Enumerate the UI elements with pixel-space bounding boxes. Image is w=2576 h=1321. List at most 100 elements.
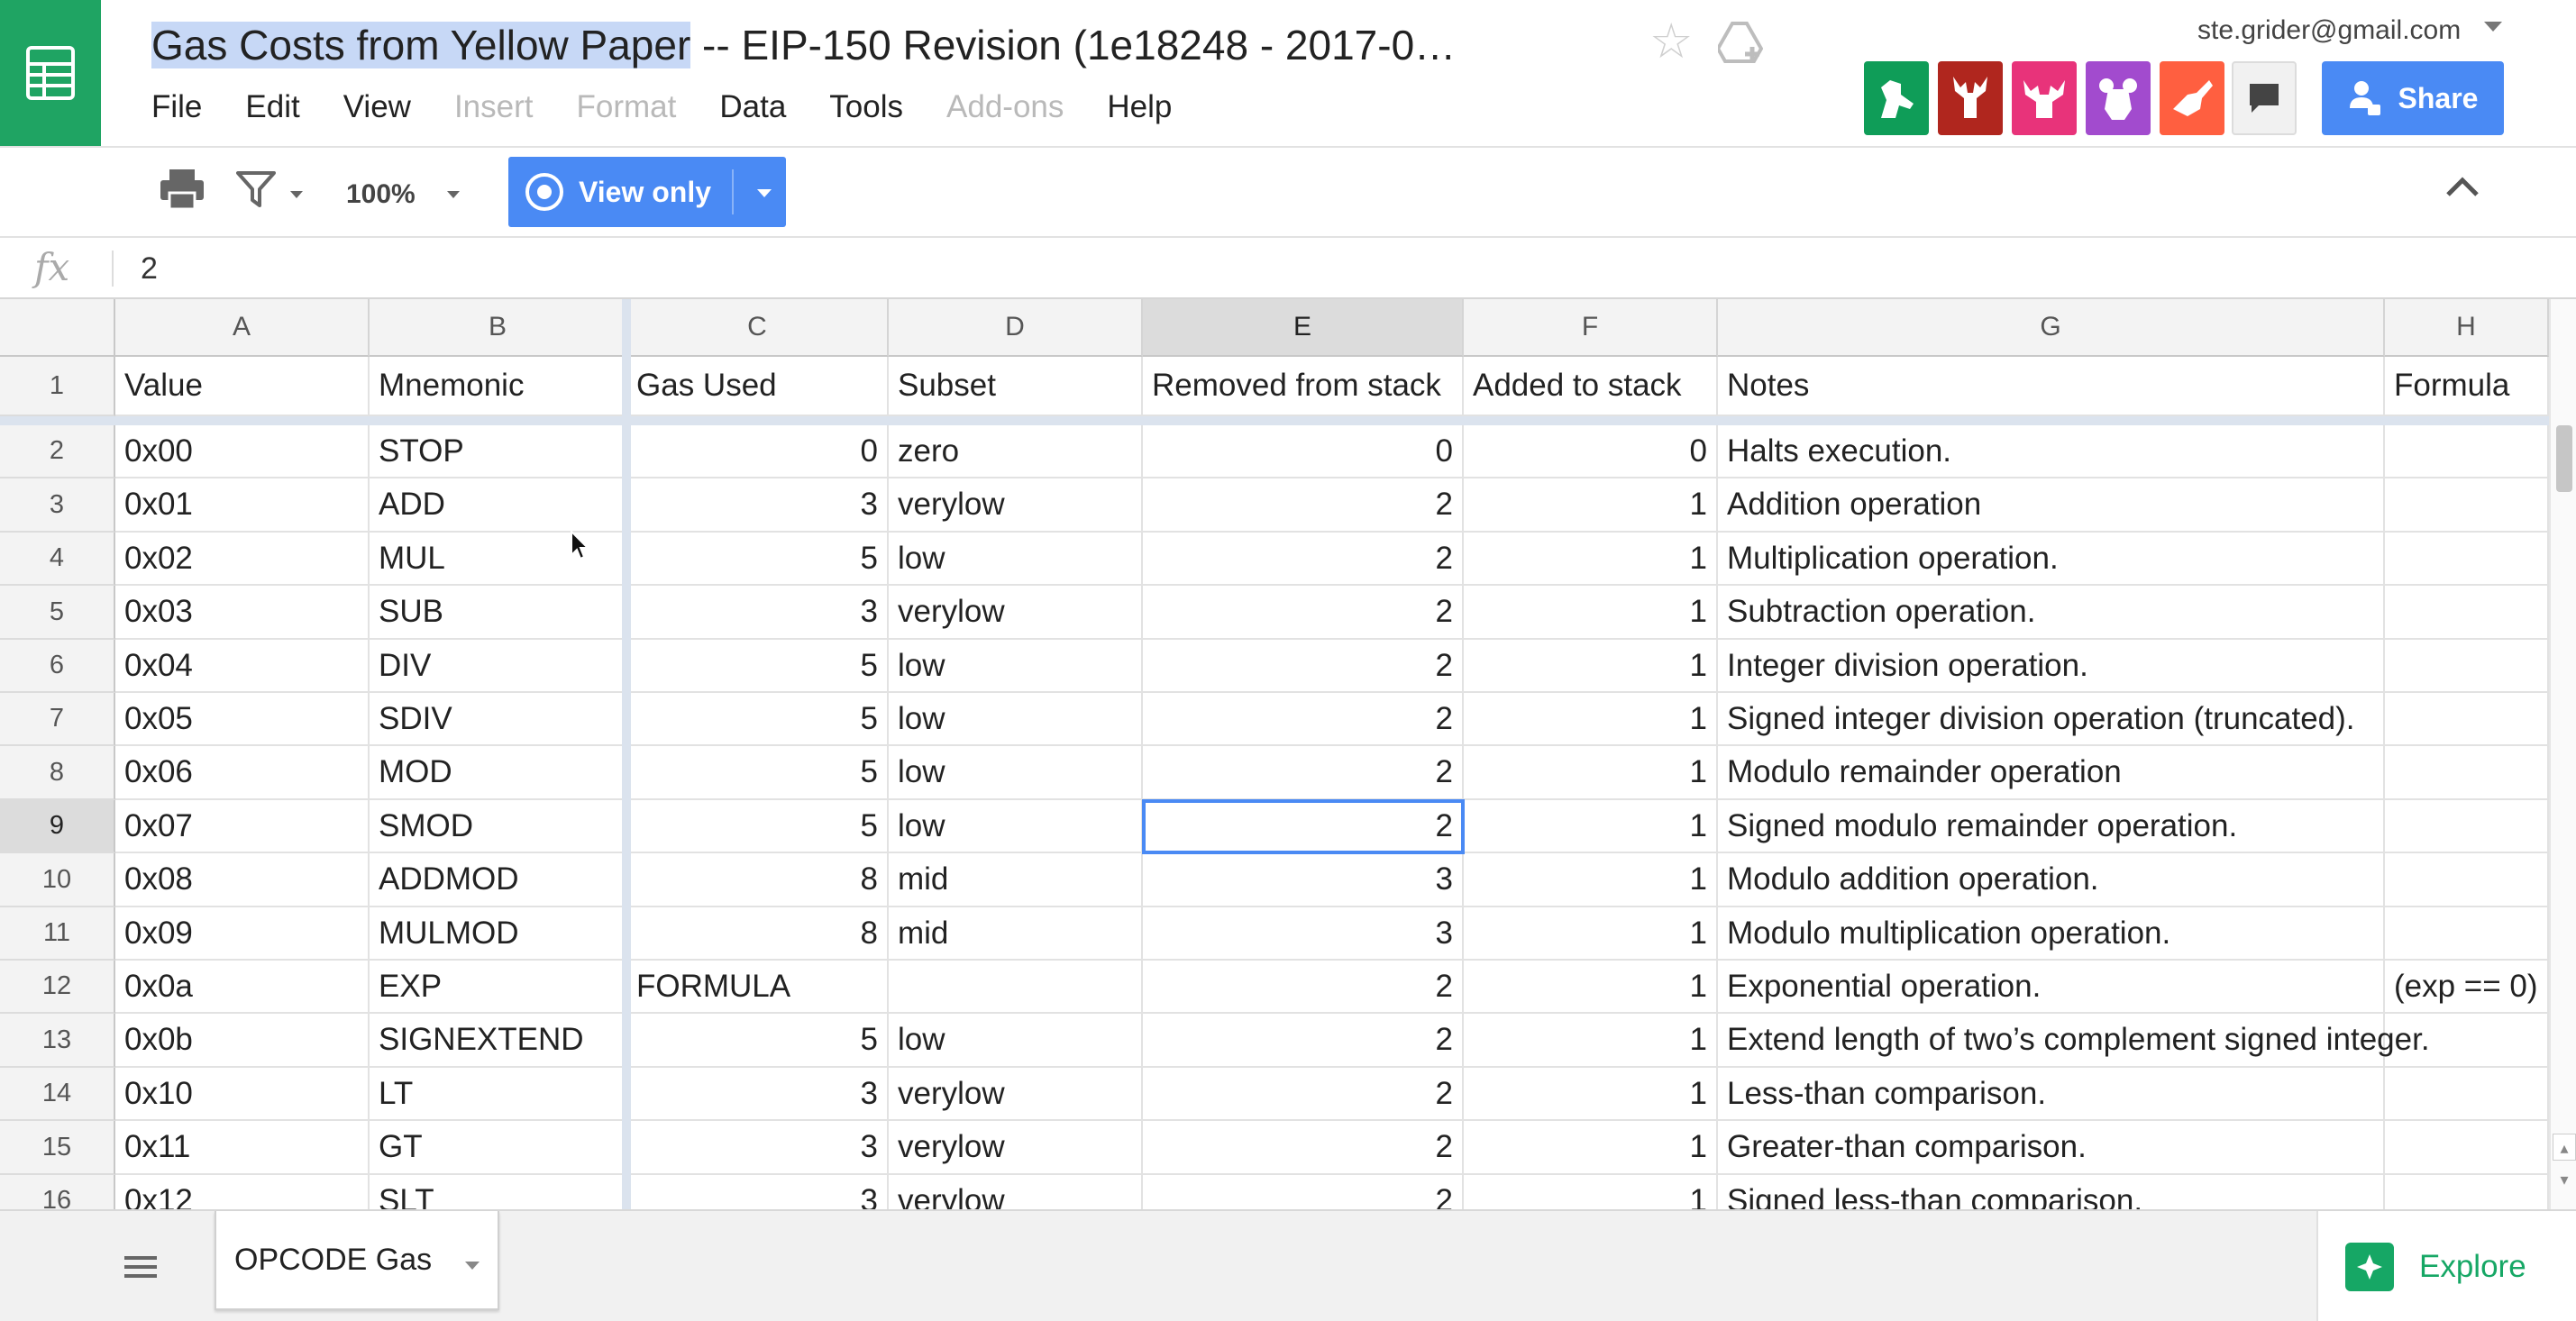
row-header-5[interactable]: 5: [0, 586, 115, 640]
cell-c16[interactable]: 3: [627, 1175, 889, 1209]
platypus-avatar-icon[interactable]: [2160, 61, 2224, 135]
cell-c5[interactable]: 3: [627, 586, 889, 640]
cell-c12[interactable]: FORMULA: [627, 961, 889, 1014]
cell-f2[interactable]: 0: [1464, 425, 1718, 478]
cell-d2[interactable]: zero: [889, 425, 1143, 478]
cell-a15[interactable]: 0x11: [115, 1121, 370, 1175]
deer-avatar-icon[interactable]: [1938, 61, 2003, 135]
column-header-c[interactable]: C: [627, 299, 889, 357]
column-header-g[interactable]: G: [1718, 299, 2385, 357]
cell-a5[interactable]: 0x03: [115, 586, 370, 640]
zoom-select[interactable]: 100%: [346, 177, 416, 213]
cell-e15[interactable]: 2: [1143, 1121, 1464, 1175]
cell-b7[interactable]: SDIV: [370, 693, 627, 746]
cell-g11[interactable]: Modulo multiplication operation.: [1718, 907, 2385, 961]
row-header-15[interactable]: 15: [0, 1121, 115, 1175]
cell-h8[interactable]: [2385, 746, 2549, 800]
cell-b10[interactable]: ADDMOD: [370, 853, 627, 907]
cell-b2[interactable]: STOP: [370, 425, 627, 478]
column-header-h[interactable]: H: [2385, 299, 2549, 357]
menu-view[interactable]: View: [343, 85, 411, 130]
cell-h5[interactable]: [2385, 586, 2549, 640]
formula-input[interactable]: 2: [141, 249, 158, 288]
cell-g9[interactable]: Signed modulo remainder operation.: [1718, 800, 2385, 853]
column-header-b[interactable]: B: [370, 299, 627, 357]
moose-avatar-icon[interactable]: [2012, 61, 2077, 135]
cell-h3[interactable]: [2385, 478, 2549, 533]
cell-c2[interactable]: 0: [627, 425, 889, 478]
share-button[interactable]: Share: [2322, 61, 2504, 135]
row-header-4[interactable]: 4: [0, 533, 115, 586]
cell-h15[interactable]: [2385, 1121, 2549, 1175]
cell-c4[interactable]: 5: [627, 533, 889, 586]
cell-c14[interactable]: 3: [627, 1068, 889, 1121]
header-cell-h[interactable]: Formula: [2385, 357, 2549, 416]
cell-e12[interactable]: 2: [1143, 961, 1464, 1014]
cell-g14[interactable]: Less-than comparison.: [1718, 1068, 2385, 1121]
cell-c7[interactable]: 5: [627, 693, 889, 746]
cell-d7[interactable]: low: [889, 693, 1143, 746]
cell-a10[interactable]: 0x08: [115, 853, 370, 907]
vertical-scrollbar[interactable]: ▴ ▾: [2549, 299, 2576, 1209]
menu-format[interactable]: Format: [577, 85, 677, 130]
zoom-dropdown-icon[interactable]: [447, 191, 460, 198]
menu-insert[interactable]: Insert: [454, 85, 534, 130]
cell-g15[interactable]: Greater-than comparison.: [1718, 1121, 2385, 1175]
cell-f10[interactable]: 1: [1464, 853, 1718, 907]
filter-dropdown-icon[interactable]: [290, 191, 303, 198]
cell-a16[interactable]: 0x12: [115, 1175, 370, 1209]
cell-b16[interactable]: SLT: [370, 1175, 627, 1209]
cell-a11[interactable]: 0x09: [115, 907, 370, 961]
cell-d15[interactable]: verylow: [889, 1121, 1143, 1175]
column-header-e[interactable]: E: [1143, 299, 1464, 357]
cell-b11[interactable]: MULMOD: [370, 907, 627, 961]
collapse-chevron-up-icon[interactable]: [2444, 175, 2480, 203]
header-cell-c[interactable]: Gas Used: [627, 357, 889, 416]
column-header-d[interactable]: D: [889, 299, 1143, 357]
cell-d5[interactable]: verylow: [889, 586, 1143, 640]
cell-d4[interactable]: low: [889, 533, 1143, 586]
row-header-14[interactable]: 14: [0, 1068, 115, 1121]
cell-a3[interactable]: 0x01: [115, 478, 370, 533]
header-cell-g[interactable]: Notes: [1718, 357, 2385, 416]
print-icon[interactable]: [159, 168, 206, 215]
cell-d11[interactable]: mid: [889, 907, 1143, 961]
header-cell-f[interactable]: Added to stack: [1464, 357, 1718, 416]
header-cell-a[interactable]: Value: [115, 357, 370, 416]
cell-b14[interactable]: LT: [370, 1068, 627, 1121]
cell-f11[interactable]: 1: [1464, 907, 1718, 961]
cell-h11[interactable]: [2385, 907, 2549, 961]
cell-b9[interactable]: SMOD: [370, 800, 627, 853]
row-header-10[interactable]: 10: [0, 853, 115, 907]
cell-c9[interactable]: 5: [627, 800, 889, 853]
cell-g7[interactable]: Signed integer division operation (trunc…: [1718, 693, 2385, 746]
cell-g16[interactable]: Signed less-than comparison.: [1718, 1175, 2385, 1209]
cell-e3[interactable]: 2: [1143, 478, 1464, 533]
account-dropdown-icon[interactable]: [2484, 22, 2502, 32]
all-sheets-menu-icon[interactable]: [115, 1245, 166, 1289]
column-header-f[interactable]: F: [1464, 299, 1718, 357]
scroll-up-icon[interactable]: ▴: [2553, 1134, 2576, 1161]
cell-f5[interactable]: 1: [1464, 586, 1718, 640]
cell-h12[interactable]: (exp == 0): [2385, 961, 2549, 1014]
cell-h6[interactable]: [2385, 640, 2549, 693]
cell-g8[interactable]: Modulo remainder operation: [1718, 746, 2385, 800]
account-email[interactable]: ste.grider@gmail.com: [2197, 13, 2461, 49]
cell-e5[interactable]: 2: [1143, 586, 1464, 640]
cell-a14[interactable]: 0x10: [115, 1068, 370, 1121]
cell-h4[interactable]: [2385, 533, 2549, 586]
cell-b5[interactable]: SUB: [370, 586, 627, 640]
view-only-button[interactable]: View only: [508, 157, 786, 227]
cell-h7[interactable]: [2385, 693, 2549, 746]
cell-e14[interactable]: 2: [1143, 1068, 1464, 1121]
row-header-6[interactable]: 6: [0, 640, 115, 693]
row-header-12[interactable]: 12: [0, 961, 115, 1014]
cell-d9[interactable]: low: [889, 800, 1143, 853]
cell-c6[interactable]: 5: [627, 640, 889, 693]
cell-e6[interactable]: 2: [1143, 640, 1464, 693]
row-header-16[interactable]: 16: [0, 1175, 115, 1209]
view-only-dropdown-icon[interactable]: [757, 189, 772, 197]
cell-g6[interactable]: Integer division operation.: [1718, 640, 2385, 693]
cell-f9[interactable]: 1: [1464, 800, 1718, 853]
cell-a4[interactable]: 0x02: [115, 533, 370, 586]
